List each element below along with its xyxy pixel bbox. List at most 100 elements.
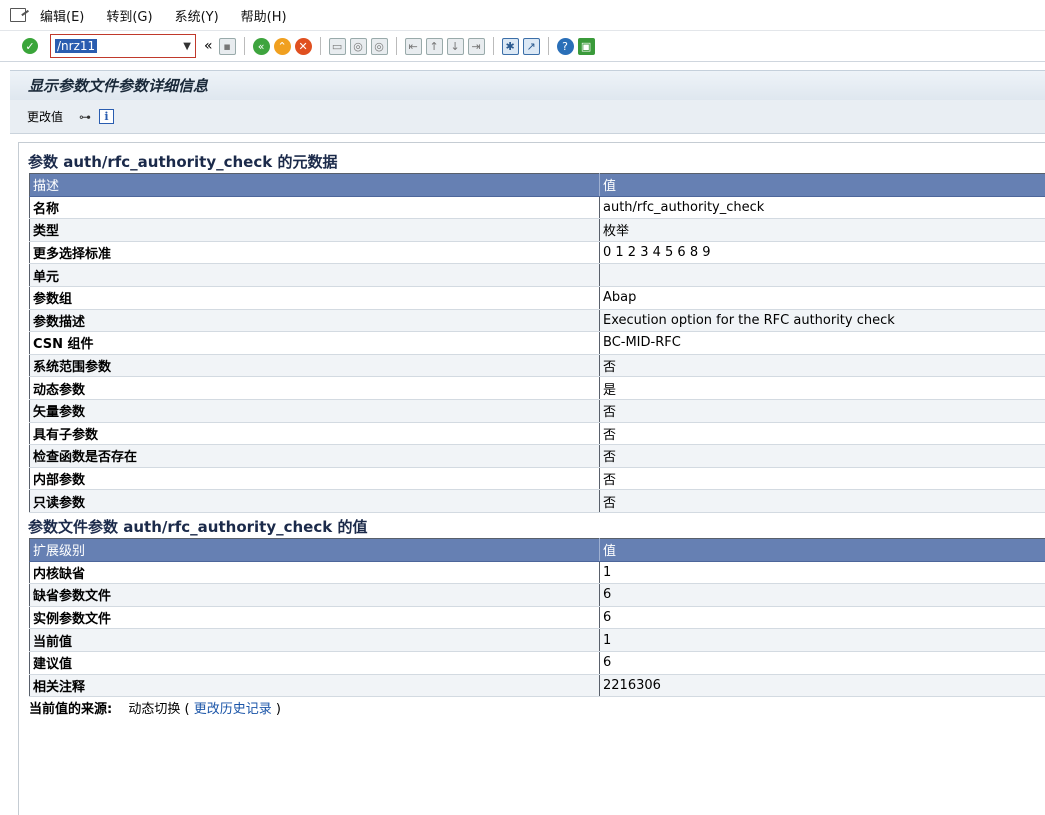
toolbar-divider [395,37,397,55]
row-value: 否 [599,399,1045,423]
help-icon[interactable]: ? [556,37,574,55]
row-label: 名称 [29,196,600,220]
menu-system[interactable]: 系统(Y) [175,6,219,25]
row-value: 1 [599,628,1045,652]
row-label: 当前值 [29,628,600,652]
row-value: 是 [599,376,1045,400]
row-value: 否 [599,489,1045,513]
row-label: 具有子参数 [29,422,600,446]
shortcut-icon[interactable]: ↗ [522,37,540,55]
table-row[interactable]: 类型 枚举 [29,218,1045,242]
row-value: 否 [599,422,1045,446]
table-row[interactable]: 更多选择标准 0 1 2 3 4 5 6 8 9 [29,241,1045,265]
metadata-rows: 名称 auth/rfc_authority_check 类型 枚举 更多选择标准 0 1 … [29,196,1045,513]
row-label: 内部参数 [29,467,600,491]
display-glasses-icon[interactable]: ⊶ [77,109,93,125]
row-value: 否 [599,467,1045,491]
save-icon[interactable]: ▪ [218,37,236,55]
menu-help[interactable]: 帮助(H) [241,6,287,25]
table-row[interactable]: 内核缺省 1 [29,561,1045,585]
row-label: 参数描述 [29,309,600,333]
standard-toolbar: ✓ /nrz11 ▼ « ▪ « ⌃ ✕ ▭ ◎ ◎ ⇤ ↑ ↓ ⇥ ✱ ↗ ?… [0,30,1045,62]
row-value: Execution option for the RFC authority c… [599,309,1045,333]
row-value: auth/rfc_authority_check [599,196,1045,220]
row-label: 系统范围参数 [29,354,600,378]
column-header-description: 描述 [29,173,600,197]
history-icon[interactable]: « [204,38,213,54]
toolbar-divider [547,37,549,55]
command-field[interactable]: /nrz11 ▼ [50,34,196,58]
table-row[interactable]: 具有子参数否 [29,422,1045,446]
row-value: 6 [599,583,1045,607]
table-row[interactable]: 参数描述 Execution option for the RFC authori… [29,309,1045,333]
previous-page-icon[interactable]: ↑ [425,37,443,55]
row-value: BC-MID-RFC [599,331,1045,355]
values-heading: 参数文件参数 auth/rfc_authority_check 的值 [28,518,368,536]
current-value-source: 当前值的来源: 动态切换 ( 更改历史记录 ) [29,698,281,717]
table-row[interactable]: 缺省参数文件 6 [29,583,1045,607]
chevron-down-icon[interactable]: ▼ [183,41,191,52]
table-row[interactable]: 单元 [29,263,1045,287]
enter-check-icon[interactable]: ✓ [22,38,38,54]
table-row[interactable]: 当前值 1 [29,628,1045,652]
table-row[interactable]: 检查函数是否存在否 [29,444,1045,468]
screen-title-bar: 显示参数文件参数详细信息 [10,70,1045,100]
table-header-row: 扩展级别 值 [29,538,1045,562]
change-value-button[interactable]: 更改值 [27,108,63,125]
page-title: 显示参数文件参数详细信息 [28,77,209,95]
row-label: 矢量参数 [29,399,600,423]
row-label: 动态参数 [29,376,600,400]
table-row[interactable]: 矢量参数否 [29,399,1045,423]
row-label: CSN 组件 [29,331,600,355]
row-value: 1 [599,561,1045,585]
column-header-value: 值 [599,173,1045,197]
new-session-icon[interactable]: ✱ [501,37,519,55]
row-label: 单元 [29,263,600,287]
menu-edit[interactable]: 编辑(E) [40,6,84,25]
close-paren: ) [275,702,281,717]
values-rows: 内核缺省 1 缺省参数文件 6 实例参数文件 6 当前值 1 建议值 6 相关注释 2216306 [29,561,1045,698]
column-header-extension-level: 扩展级别 [29,538,600,562]
metadata-heading: 参数 auth/rfc_authority_check 的元数据 [28,153,338,171]
row-label: 实例参数文件 [29,606,600,630]
change-history-link[interactable]: 更改历史记录 [194,702,272,717]
table-row[interactable]: 只读参数否 [29,489,1045,513]
table-row[interactable]: 建议值 6 [29,651,1045,675]
row-label: 类型 [29,218,600,242]
back-icon[interactable]: « [252,37,270,55]
info-icon[interactable]: i [99,109,115,124]
table-row[interactable]: 名称 auth/rfc_authority_check [29,196,1045,220]
row-label: 相关注释 [29,674,600,698]
table-row[interactable]: 动态参数是 [29,376,1045,400]
table-header-row: 描述 值 [29,173,1045,197]
row-value [599,263,1045,287]
table-row[interactable]: 相关注释 2216306 [29,674,1045,698]
exit-icon[interactable]: ⌃ [273,37,291,55]
menu-goto[interactable]: 转到(G) [106,6,152,25]
table-row[interactable]: 实例参数文件 6 [29,606,1045,630]
print-icon[interactable]: ▭ [328,37,346,55]
find-next-icon[interactable]: ◎ [370,37,388,55]
command-field-value: /nrz11 [55,39,98,53]
table-row[interactable]: 内部参数否 [29,467,1045,491]
source-label: 当前值的来源: [29,702,113,717]
customize-layout-icon[interactable] [10,8,26,22]
row-label: 检查函数是否存在 [29,444,600,468]
layout-menu-icon[interactable]: ▣ [577,37,595,55]
row-value: Abap [599,286,1045,310]
row-value: 否 [599,444,1045,468]
metadata-table: 描述 值 名称 auth/rfc_authority_check 类型 枚举 更多选择标… [29,173,1045,513]
table-row[interactable]: 系统范围参数否 [29,354,1045,378]
table-row[interactable]: 参数组 Abap [29,286,1045,310]
cancel-icon[interactable]: ✕ [294,37,312,55]
find-icon[interactable]: ◎ [349,37,367,55]
first-page-icon[interactable]: ⇤ [404,37,422,55]
row-value: 0 1 2 3 4 5 6 8 9 [599,241,1045,265]
last-page-icon[interactable]: ⇥ [467,37,485,55]
row-label: 更多选择标准 [29,241,600,265]
table-row[interactable]: CSN 组件 BC-MID-RFC [29,331,1045,355]
row-label: 内核缺省 [29,561,600,585]
next-page-icon[interactable]: ↓ [446,37,464,55]
toolbar-divider [319,37,321,55]
row-label: 建议值 [29,651,600,675]
